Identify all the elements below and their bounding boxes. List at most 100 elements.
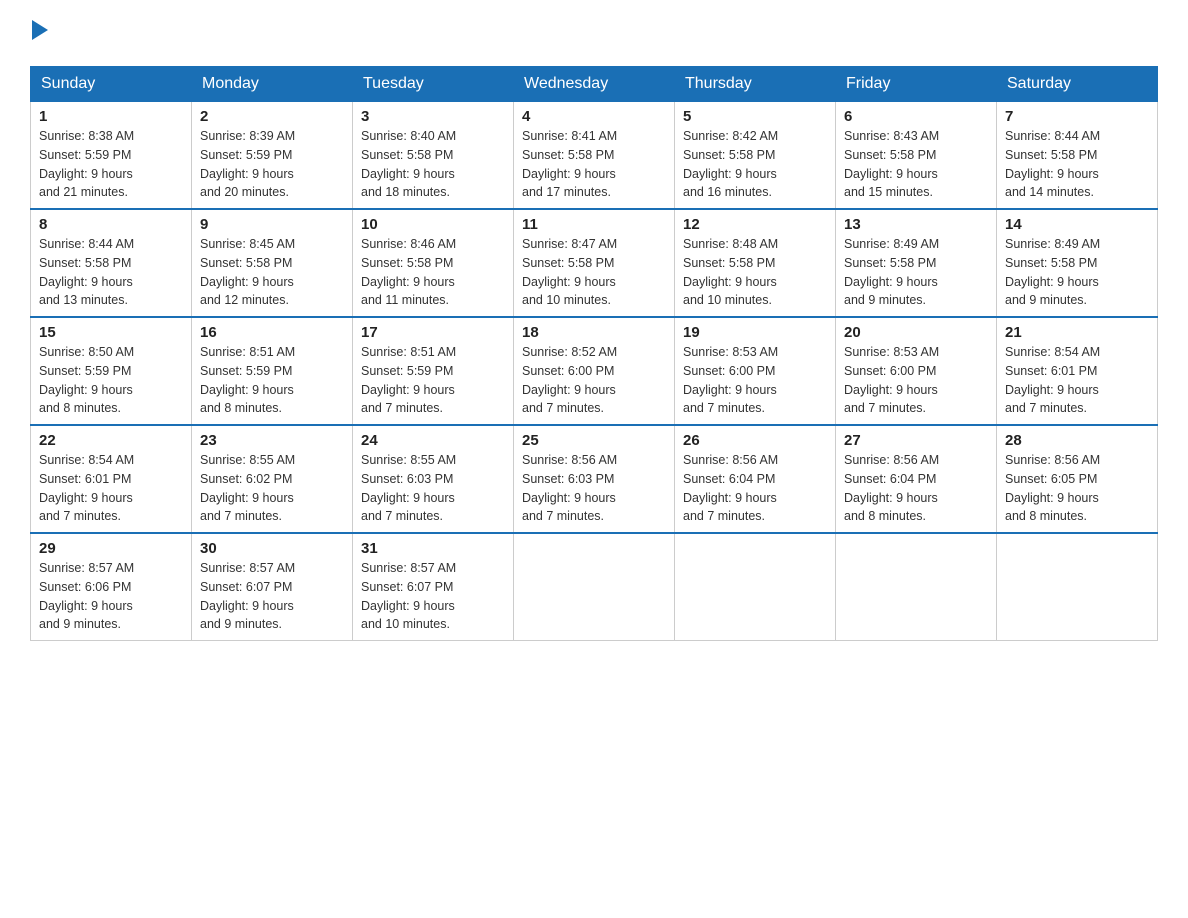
calendar-cell: 26 Sunrise: 8:56 AMSunset: 6:04 PMDaylig… xyxy=(675,425,836,533)
calendar-cell: 5 Sunrise: 8:42 AMSunset: 5:58 PMDayligh… xyxy=(675,102,836,210)
day-number: 22 xyxy=(39,432,183,449)
calendar-cell: 27 Sunrise: 8:56 AMSunset: 6:04 PMDaylig… xyxy=(836,425,997,533)
calendar-cell xyxy=(675,533,836,641)
day-number: 4 xyxy=(522,108,666,125)
calendar-cell: 18 Sunrise: 8:52 AMSunset: 6:00 PMDaylig… xyxy=(514,317,675,425)
calendar-cell: 10 Sunrise: 8:46 AMSunset: 5:58 PMDaylig… xyxy=(353,209,514,317)
day-info: Sunrise: 8:57 AMSunset: 6:07 PMDaylight:… xyxy=(361,559,505,634)
weekday-header-sunday: Sunday xyxy=(31,67,192,102)
calendar-cell: 17 Sunrise: 8:51 AMSunset: 5:59 PMDaylig… xyxy=(353,317,514,425)
day-number: 29 xyxy=(39,540,183,557)
day-info: Sunrise: 8:56 AMSunset: 6:04 PMDaylight:… xyxy=(683,451,827,526)
calendar-cell xyxy=(836,533,997,641)
day-number: 13 xyxy=(844,216,988,233)
calendar-cell: 29 Sunrise: 8:57 AMSunset: 6:06 PMDaylig… xyxy=(31,533,192,641)
day-number: 28 xyxy=(1005,432,1149,449)
calendar-cell: 14 Sunrise: 8:49 AMSunset: 5:58 PMDaylig… xyxy=(997,209,1158,317)
day-number: 19 xyxy=(683,324,827,341)
day-info: Sunrise: 8:44 AMSunset: 5:58 PMDaylight:… xyxy=(39,235,183,310)
calendar-week-row: 8 Sunrise: 8:44 AMSunset: 5:58 PMDayligh… xyxy=(31,209,1158,317)
day-number: 10 xyxy=(361,216,505,233)
day-number: 20 xyxy=(844,324,988,341)
calendar-cell: 20 Sunrise: 8:53 AMSunset: 6:00 PMDaylig… xyxy=(836,317,997,425)
day-info: Sunrise: 8:41 AMSunset: 5:58 PMDaylight:… xyxy=(522,127,666,202)
logo-arrow-icon xyxy=(32,20,48,40)
day-info: Sunrise: 8:38 AMSunset: 5:59 PMDaylight:… xyxy=(39,127,183,202)
day-number: 2 xyxy=(200,108,344,125)
day-info: Sunrise: 8:48 AMSunset: 5:58 PMDaylight:… xyxy=(683,235,827,310)
day-number: 16 xyxy=(200,324,344,341)
calendar-cell xyxy=(514,533,675,641)
day-info: Sunrise: 8:47 AMSunset: 5:58 PMDaylight:… xyxy=(522,235,666,310)
day-number: 15 xyxy=(39,324,183,341)
logo xyxy=(30,20,48,48)
day-info: Sunrise: 8:54 AMSunset: 6:01 PMDaylight:… xyxy=(39,451,183,526)
day-number: 30 xyxy=(200,540,344,557)
calendar-cell: 9 Sunrise: 8:45 AMSunset: 5:58 PMDayligh… xyxy=(192,209,353,317)
day-number: 23 xyxy=(200,432,344,449)
day-number: 1 xyxy=(39,108,183,125)
day-number: 27 xyxy=(844,432,988,449)
day-info: Sunrise: 8:56 AMSunset: 6:05 PMDaylight:… xyxy=(1005,451,1149,526)
day-info: Sunrise: 8:54 AMSunset: 6:01 PMDaylight:… xyxy=(1005,343,1149,418)
day-number: 31 xyxy=(361,540,505,557)
day-info: Sunrise: 8:57 AMSunset: 6:07 PMDaylight:… xyxy=(200,559,344,634)
day-info: Sunrise: 8:46 AMSunset: 5:58 PMDaylight:… xyxy=(361,235,505,310)
weekday-header-friday: Friday xyxy=(836,67,997,102)
day-info: Sunrise: 8:42 AMSunset: 5:58 PMDaylight:… xyxy=(683,127,827,202)
day-number: 11 xyxy=(522,216,666,233)
day-info: Sunrise: 8:55 AMSunset: 6:03 PMDaylight:… xyxy=(361,451,505,526)
weekday-header-wednesday: Wednesday xyxy=(514,67,675,102)
day-info: Sunrise: 8:39 AMSunset: 5:59 PMDaylight:… xyxy=(200,127,344,202)
calendar-cell: 19 Sunrise: 8:53 AMSunset: 6:00 PMDaylig… xyxy=(675,317,836,425)
day-info: Sunrise: 8:52 AMSunset: 6:00 PMDaylight:… xyxy=(522,343,666,418)
page-header xyxy=(30,20,1158,48)
calendar-cell: 25 Sunrise: 8:56 AMSunset: 6:03 PMDaylig… xyxy=(514,425,675,533)
day-number: 18 xyxy=(522,324,666,341)
calendar-week-row: 1 Sunrise: 8:38 AMSunset: 5:59 PMDayligh… xyxy=(31,102,1158,210)
calendar-cell: 13 Sunrise: 8:49 AMSunset: 5:58 PMDaylig… xyxy=(836,209,997,317)
calendar-cell: 30 Sunrise: 8:57 AMSunset: 6:07 PMDaylig… xyxy=(192,533,353,641)
day-number: 7 xyxy=(1005,108,1149,125)
calendar-cell: 7 Sunrise: 8:44 AMSunset: 5:58 PMDayligh… xyxy=(997,102,1158,210)
calendar-cell: 24 Sunrise: 8:55 AMSunset: 6:03 PMDaylig… xyxy=(353,425,514,533)
calendar-week-row: 15 Sunrise: 8:50 AMSunset: 5:59 PMDaylig… xyxy=(31,317,1158,425)
calendar-cell: 4 Sunrise: 8:41 AMSunset: 5:58 PMDayligh… xyxy=(514,102,675,210)
day-number: 5 xyxy=(683,108,827,125)
calendar-cell xyxy=(997,533,1158,641)
day-number: 8 xyxy=(39,216,183,233)
calendar-cell: 15 Sunrise: 8:50 AMSunset: 5:59 PMDaylig… xyxy=(31,317,192,425)
weekday-header-row: SundayMondayTuesdayWednesdayThursdayFrid… xyxy=(31,67,1158,102)
calendar-cell: 21 Sunrise: 8:54 AMSunset: 6:01 PMDaylig… xyxy=(997,317,1158,425)
calendar-cell: 16 Sunrise: 8:51 AMSunset: 5:59 PMDaylig… xyxy=(192,317,353,425)
calendar-cell: 6 Sunrise: 8:43 AMSunset: 5:58 PMDayligh… xyxy=(836,102,997,210)
calendar-cell: 31 Sunrise: 8:57 AMSunset: 6:07 PMDaylig… xyxy=(353,533,514,641)
calendar-cell: 8 Sunrise: 8:44 AMSunset: 5:58 PMDayligh… xyxy=(31,209,192,317)
day-info: Sunrise: 8:49 AMSunset: 5:58 PMDaylight:… xyxy=(1005,235,1149,310)
calendar-cell: 22 Sunrise: 8:54 AMSunset: 6:01 PMDaylig… xyxy=(31,425,192,533)
day-info: Sunrise: 8:56 AMSunset: 6:04 PMDaylight:… xyxy=(844,451,988,526)
calendar-cell: 1 Sunrise: 8:38 AMSunset: 5:59 PMDayligh… xyxy=(31,102,192,210)
calendar-cell: 23 Sunrise: 8:55 AMSunset: 6:02 PMDaylig… xyxy=(192,425,353,533)
day-number: 9 xyxy=(200,216,344,233)
day-info: Sunrise: 8:53 AMSunset: 6:00 PMDaylight:… xyxy=(844,343,988,418)
day-number: 24 xyxy=(361,432,505,449)
weekday-header-tuesday: Tuesday xyxy=(353,67,514,102)
day-info: Sunrise: 8:45 AMSunset: 5:58 PMDaylight:… xyxy=(200,235,344,310)
day-number: 6 xyxy=(844,108,988,125)
calendar-table: SundayMondayTuesdayWednesdayThursdayFrid… xyxy=(30,66,1158,641)
day-info: Sunrise: 8:56 AMSunset: 6:03 PMDaylight:… xyxy=(522,451,666,526)
day-info: Sunrise: 8:55 AMSunset: 6:02 PMDaylight:… xyxy=(200,451,344,526)
day-number: 12 xyxy=(683,216,827,233)
calendar-cell: 2 Sunrise: 8:39 AMSunset: 5:59 PMDayligh… xyxy=(192,102,353,210)
day-number: 14 xyxy=(1005,216,1149,233)
day-number: 25 xyxy=(522,432,666,449)
weekday-header-saturday: Saturday xyxy=(997,67,1158,102)
calendar-cell: 3 Sunrise: 8:40 AMSunset: 5:58 PMDayligh… xyxy=(353,102,514,210)
calendar-week-row: 22 Sunrise: 8:54 AMSunset: 6:01 PMDaylig… xyxy=(31,425,1158,533)
day-number: 17 xyxy=(361,324,505,341)
day-info: Sunrise: 8:51 AMSunset: 5:59 PMDaylight:… xyxy=(200,343,344,418)
day-number: 3 xyxy=(361,108,505,125)
calendar-cell: 28 Sunrise: 8:56 AMSunset: 6:05 PMDaylig… xyxy=(997,425,1158,533)
day-info: Sunrise: 8:49 AMSunset: 5:58 PMDaylight:… xyxy=(844,235,988,310)
